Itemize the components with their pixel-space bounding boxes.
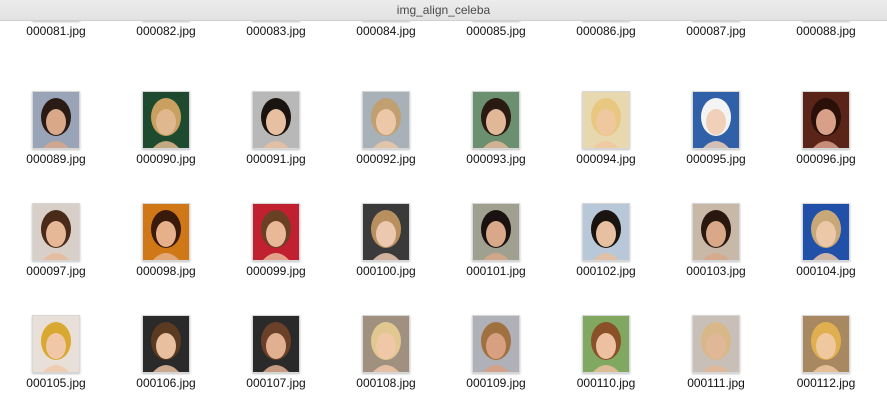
file-name-label: 000110.jpg (576, 376, 636, 390)
file-name-label: 000109.jpg (466, 376, 526, 390)
file-item[interactable]: 000092.jpg (338, 91, 434, 181)
file-name-label: 000091.jpg (246, 152, 306, 166)
image-thumbnail[interactable] (582, 315, 630, 373)
file-name-label: 000102.jpg (576, 264, 636, 278)
file-name-label: 000083.jpg (246, 24, 306, 38)
image-thumbnail[interactable] (252, 91, 300, 149)
file-name-label: 000084.jpg (356, 24, 416, 38)
image-thumbnail[interactable] (582, 91, 630, 149)
file-name-label: 000098.jpg (136, 264, 196, 278)
file-item[interactable]: 000100.jpg (338, 203, 434, 293)
finder-window: 000081.jpg 000082.jpg 000083.jpg 000084.jpg… (0, 0, 887, 408)
file-item[interactable]: 000104.jpg (778, 203, 874, 293)
file-item[interactable]: 000111.jpg (668, 315, 764, 405)
file-name-label: 000086.jpg (576, 24, 636, 38)
file-name-label: 000101.jpg (466, 264, 526, 278)
image-thumbnail[interactable] (142, 203, 190, 261)
file-name-label: 000105.jpg (26, 376, 86, 390)
file-icon-grid: 000081.jpg 000082.jpg 000083.jpg 000084.jpg… (0, 0, 887, 408)
file-name-label: 000104.jpg (796, 264, 856, 278)
image-thumbnail[interactable] (252, 315, 300, 373)
image-thumbnail[interactable] (802, 203, 850, 261)
file-item[interactable]: 000110.jpg (558, 315, 654, 405)
file-name-label: 000099.jpg (246, 264, 306, 278)
file-item[interactable]: 000112.jpg (778, 315, 874, 405)
image-thumbnail[interactable] (802, 315, 850, 373)
image-thumbnail[interactable] (692, 315, 740, 373)
image-thumbnail[interactable] (472, 203, 520, 261)
file-name-label: 000103.jpg (686, 264, 746, 278)
file-item[interactable]: 000091.jpg (228, 91, 324, 181)
file-item[interactable]: 000108.jpg (338, 315, 434, 405)
file-item[interactable]: 000095.jpg (668, 91, 764, 181)
file-name-label: 000095.jpg (686, 152, 746, 166)
image-thumbnail[interactable] (362, 203, 410, 261)
file-item[interactable]: 000096.jpg (778, 91, 874, 181)
file-name-label: 000094.jpg (576, 152, 636, 166)
image-thumbnail[interactable] (142, 315, 190, 373)
file-item[interactable]: 000089.jpg (8, 91, 104, 181)
file-item[interactable]: 000094.jpg (558, 91, 654, 181)
window-title: img_align_celeba (0, 0, 887, 21)
file-item[interactable]: 000106.jpg (118, 315, 214, 405)
image-thumbnail[interactable] (32, 315, 80, 373)
file-item[interactable]: 000101.jpg (448, 203, 544, 293)
file-name-label: 000081.jpg (26, 24, 86, 38)
file-name-label: 000107.jpg (246, 376, 306, 390)
file-item[interactable]: 000105.jpg (8, 315, 104, 405)
file-name-label: 000111.jpg (687, 376, 745, 390)
image-thumbnail[interactable] (362, 91, 410, 149)
file-item[interactable]: 000097.jpg (8, 203, 104, 293)
file-name-label: 000112.jpg (796, 376, 856, 390)
image-thumbnail[interactable] (692, 203, 740, 261)
file-name-label: 000106.jpg (136, 376, 196, 390)
file-name-label: 000087.jpg (686, 24, 746, 38)
image-thumbnail[interactable] (252, 203, 300, 261)
file-item[interactable]: 000109.jpg (448, 315, 544, 405)
file-name-label: 000100.jpg (356, 264, 416, 278)
image-thumbnail[interactable] (692, 91, 740, 149)
file-item[interactable]: 000093.jpg (448, 91, 544, 181)
file-item[interactable]: 000102.jpg (558, 203, 654, 293)
file-item[interactable]: 000099.jpg (228, 203, 324, 293)
file-item[interactable]: 000103.jpg (668, 203, 764, 293)
file-name-label: 000092.jpg (356, 152, 416, 166)
file-name-label: 000082.jpg (136, 24, 196, 38)
file-name-label: 000089.jpg (26, 152, 86, 166)
file-name-label: 000108.jpg (356, 376, 416, 390)
file-name-label: 000093.jpg (466, 152, 526, 166)
file-item[interactable]: 000107.jpg (228, 315, 324, 405)
image-thumbnail[interactable] (32, 91, 80, 149)
image-thumbnail[interactable] (362, 315, 410, 373)
file-name-label: 000097.jpg (26, 264, 86, 278)
image-thumbnail[interactable] (802, 91, 850, 149)
file-item[interactable]: 000090.jpg (118, 91, 214, 181)
image-thumbnail[interactable] (472, 315, 520, 373)
image-thumbnail[interactable] (582, 203, 630, 261)
file-item[interactable]: 000098.jpg (118, 203, 214, 293)
file-name-label: 000088.jpg (796, 24, 856, 38)
file-name-label: 000085.jpg (466, 24, 526, 38)
image-thumbnail[interactable] (32, 203, 80, 261)
file-name-label: 000096.jpg (796, 152, 856, 166)
image-thumbnail[interactable] (472, 91, 520, 149)
file-name-label: 000090.jpg (136, 152, 196, 166)
image-thumbnail[interactable] (142, 91, 190, 149)
